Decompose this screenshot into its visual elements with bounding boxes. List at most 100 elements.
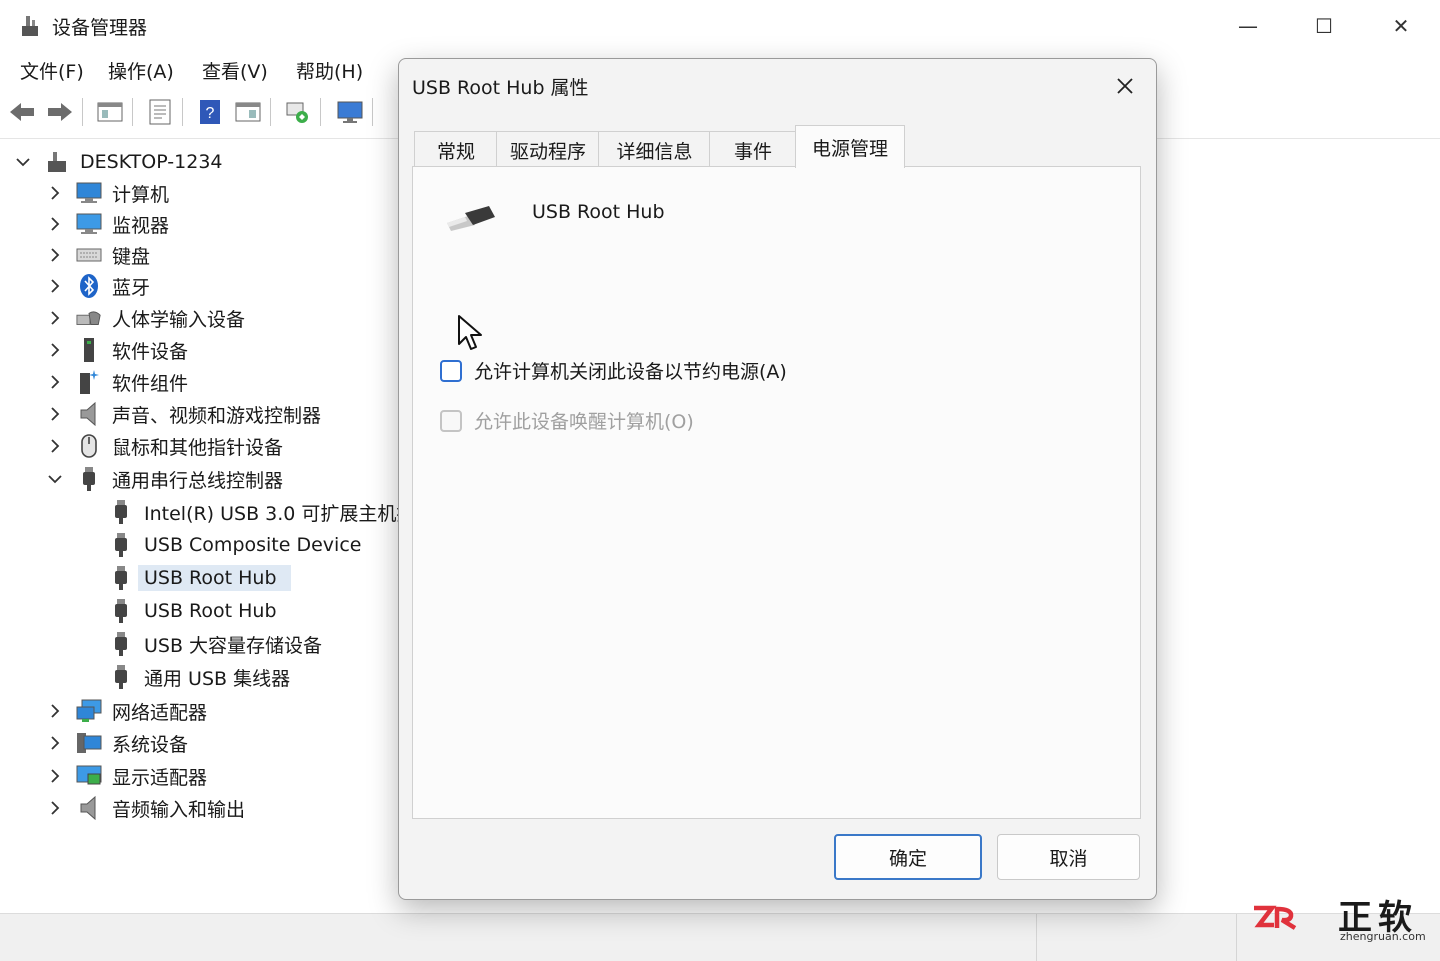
tree-item-system[interactable]: 系统设备 (46, 728, 188, 758)
tree-item-hid[interactable]: 人体学输入设备 (46, 303, 245, 333)
monitor-button[interactable] (334, 96, 366, 128)
properties-button[interactable] (94, 96, 126, 128)
menu-action[interactable]: 操作(A) (108, 57, 174, 84)
allow-power-off-checkbox[interactable] (440, 359, 462, 382)
forward-arrow-icon (48, 103, 72, 121)
chevron-right-icon[interactable] (46, 184, 64, 202)
tree-child-usb-composite[interactable]: USB Composite Device (108, 530, 361, 560)
tree-item-usb-controllers[interactable]: 通用串行总线控制器 (46, 464, 283, 494)
tree-child-label: USB 大容量存储设备 (144, 634, 323, 657)
watermark-site: zhengruan.com (1340, 930, 1426, 943)
title-bar: 设备管理器 — ☐ ✕ (0, 0, 1440, 52)
details-button[interactable] (144, 96, 176, 128)
minimize-button[interactable]: — (1218, 8, 1278, 44)
cancel-button[interactable]: 取消 (997, 834, 1140, 880)
window-title: 设备管理器 (52, 17, 148, 39)
computer-icon (76, 180, 102, 206)
chevron-down-icon[interactable] (14, 153, 32, 171)
tab-details[interactable]: 详细信息 (598, 131, 711, 168)
toolbar-separator (320, 98, 321, 126)
hid-icon (76, 305, 102, 331)
toolbar: ? (0, 92, 400, 132)
chevron-right-icon[interactable] (46, 309, 64, 327)
chevron-right-icon[interactable] (46, 215, 64, 233)
usb-device-icon (108, 499, 134, 525)
tree-root[interactable]: DESKTOP-1234 (14, 147, 223, 177)
tree-child-usb-root-hub[interactable]: USB Root Hub (108, 596, 277, 626)
tree-item-label: 人体学输入设备 (112, 308, 246, 331)
chevron-down-icon[interactable] (46, 470, 64, 488)
close-button[interactable]: ✕ (1371, 8, 1431, 44)
tree-child-intel-usb[interactable]: Intel(R) USB 3.0 可扩展主机控制 (108, 497, 434, 527)
usb-device-icon (108, 565, 134, 591)
tab-power-management[interactable]: 电源管理 (795, 125, 905, 168)
tree-item-sound[interactable]: 声音、视频和游戏控制器 (46, 399, 321, 429)
svg-text:?: ? (206, 105, 215, 122)
tree-item-label: 蓝牙 (112, 276, 151, 299)
dialog-close-button[interactable] (1105, 69, 1145, 103)
monitor-icon (76, 211, 102, 237)
ok-button[interactable]: 确定 (834, 834, 982, 880)
tree-item-label: 通用串行总线控制器 (112, 469, 284, 492)
chevron-right-icon[interactable] (46, 799, 64, 817)
menu-file[interactable]: 文件(F) (20, 57, 84, 84)
tree-item-mouse[interactable]: 鼠标和其他指针设备 (46, 431, 283, 461)
menu-view[interactable]: 查看(V) (202, 57, 268, 84)
tree-item-label: 网络适配器 (112, 701, 208, 724)
chevron-right-icon[interactable] (46, 341, 64, 359)
display-adapter-icon (76, 763, 102, 789)
show-hidden-button[interactable] (232, 96, 264, 128)
status-bar (0, 913, 1440, 961)
toolbar-separator (270, 98, 271, 126)
chevron-right-icon[interactable] (46, 277, 64, 295)
tree-item-label: 计算机 (112, 183, 170, 206)
help-button[interactable]: ? (194, 96, 226, 128)
tree-item-audio[interactable]: 音频输入和输出 (46, 793, 245, 823)
system-icon (76, 730, 102, 756)
forward-button[interactable] (44, 96, 76, 128)
tree-item-software-component[interactable]: 软件组件 (46, 367, 188, 397)
tree-item-computer[interactable]: 计算机 (46, 178, 169, 208)
tree-item-label: 软件设备 (112, 340, 189, 363)
maximize-button[interactable]: ☐ (1294, 8, 1354, 44)
properties-dialog: USB Root Hub 属性 常规 驱动程序 详细信息 事件 电源管理 USB… (398, 58, 1157, 900)
scan-hardware-button[interactable] (282, 96, 314, 128)
tree-item-network[interactable]: 网络适配器 (46, 696, 207, 726)
tree-child-usb-mass-storage[interactable]: USB 大容量存储设备 (108, 629, 322, 659)
tree-child-usb-hub[interactable]: 通用 USB 集线器 (108, 662, 290, 692)
tree-item-display-adapter[interactable]: 显示适配器 (46, 761, 207, 791)
device-manager-icon (22, 16, 38, 36)
document-icon (149, 99, 171, 125)
chevron-right-icon[interactable] (46, 702, 64, 720)
audio-icon (76, 795, 102, 821)
tree-item-software-device[interactable]: 软件设备 (46, 335, 188, 365)
tree-child-usb-root-hub-selected[interactable]: USB Root Hub (108, 563, 291, 593)
chevron-right-icon[interactable] (46, 246, 64, 264)
tree-item-monitor[interactable]: 监视器 (46, 209, 169, 239)
usb-device-icon (108, 664, 134, 690)
tree-item-label: 鼠标和其他指针设备 (112, 436, 284, 459)
tree-child-label: USB Composite Device (144, 534, 362, 556)
chevron-right-icon[interactable] (46, 437, 64, 455)
tree-item-bluetooth[interactable]: 蓝牙 (46, 271, 150, 301)
allow-wake-option: 允许此设备唤醒计算机(O) (440, 407, 694, 434)
tab-strip: 常规 驱动程序 详细信息 事件 电源管理 (414, 125, 1140, 168)
tree-item-keyboard[interactable]: 键盘 (46, 240, 150, 270)
tab-events[interactable]: 事件 (709, 131, 797, 168)
tree-item-label: 系统设备 (112, 733, 189, 756)
tab-general[interactable]: 常规 (414, 131, 498, 168)
status-divider (1036, 914, 1037, 961)
chevron-right-icon[interactable] (46, 405, 64, 423)
scan-hardware-icon (286, 102, 308, 123)
back-button[interactable] (6, 96, 38, 128)
chevron-right-icon[interactable] (46, 734, 64, 752)
menu-help[interactable]: 帮助(H) (296, 57, 363, 84)
allow-power-off-option[interactable]: 允许计算机关闭此设备以节约电源(A) (440, 357, 787, 384)
power-management-panel: USB Root Hub 允许计算机关闭此设备以节约电源(A) 允许此设备唤醒计… (412, 166, 1141, 819)
allow-wake-checkbox (440, 409, 462, 432)
usb-device-icon (108, 598, 134, 624)
tab-driver[interactable]: 驱动程序 (496, 131, 600, 168)
usb-connector-icon (447, 206, 495, 231)
chevron-right-icon[interactable] (46, 767, 64, 785)
chevron-right-icon[interactable] (46, 373, 64, 391)
